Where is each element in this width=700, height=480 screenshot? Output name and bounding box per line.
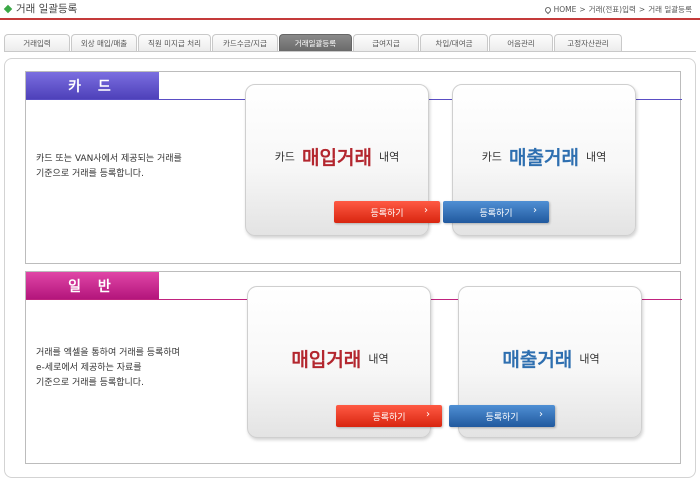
chevron-right-icon: › [533, 205, 537, 216]
card-sales-prefix: 카드 [481, 150, 502, 164]
green-diamond-icon [3, 4, 13, 13]
general-purchase-main: 매입거래 [291, 349, 362, 371]
tab-fixed-assets[interactable]: 고정자산관리 [554, 34, 622, 51]
chevron-right-icon: › [424, 205, 428, 216]
breadcrumb: HOME > 거래(전표)입력 > 거래 일괄등록 [543, 4, 692, 15]
location-pin-icon [543, 5, 552, 14]
card-sales-title: 카드 매출거래 내역 [453, 143, 635, 170]
general-desc-line: 거래를 엑셀을 통하여 거래를 등록하며 [36, 348, 180, 358]
chevron-right-icon: › [539, 409, 543, 420]
tab-bar: 거래입력 외상 매입/매출 직원 미지급 처리 카드수금/지급 거래일괄등록 급… [4, 34, 623, 51]
card-sales-register-button[interactable]: 등록하기 › [443, 201, 549, 223]
page-header: 거래 일괄등록 HOME > 거래(전표)입력 > 거래 일괄등록 [0, 0, 700, 20]
page-title: 거래 일괄등록 [3, 1, 78, 16]
general-purchase-box: 매입거래 내역 등록하기 › [247, 286, 442, 438]
general-purchase-register-button[interactable]: 등록하기 › [336, 405, 442, 427]
general-sales-suffix: 내역 [579, 352, 600, 366]
breadcrumb-home[interactable]: HOME [554, 5, 577, 14]
page: 거래 일괄등록 HOME > 거래(전표)입력 > 거래 일괄등록 거래입력 외… [0, 0, 700, 480]
breadcrumb-item-current: 거래 일괄등록 [648, 5, 692, 14]
card-purchase-register-label: 등록하기 [370, 208, 404, 219]
tab-employee-unpaid[interactable]: 직원 미지급 처리 [138, 34, 211, 51]
general-section-label: 일 반 [26, 272, 159, 300]
card-sales-box: 카드 매출거래 내역 등록하기 › [443, 84, 636, 236]
general-section: 일 반 거래를 엑셀을 통하여 거래를 등록하며 e-세로에서 제공하는 자료를… [25, 271, 682, 464]
general-sales-title: 매출거래 내역 [459, 345, 641, 372]
general-sales-register-button[interactable]: 등록하기 › [449, 405, 555, 427]
card-desc-line: 카드 또는 VAN사에서 제공되는 거래를 [36, 154, 182, 164]
breadcrumb-separator: > [579, 5, 586, 14]
tab-card-collection-payment[interactable]: 카드수금/지급 [212, 34, 278, 51]
card-purchase-prefix: 카드 [274, 150, 295, 164]
general-sales-register-label: 등록하기 [485, 412, 519, 423]
general-purchase-title: 매입거래 내역 [248, 345, 430, 372]
card-section-description: 카드 또는 VAN사에서 제공되는 거래를 기준으로 거래를 등록합니다. [36, 152, 182, 182]
card-sales-suffix: 내역 [586, 150, 607, 164]
card-section-label: 카 드 [26, 72, 159, 100]
card-purchase-suffix: 내역 [379, 150, 400, 164]
tab-salary-payment[interactable]: 급여지급 [353, 34, 419, 51]
general-purchase-register-label: 등록하기 [372, 412, 406, 423]
general-desc-line: e-세로에서 제공하는 자료를 [36, 363, 142, 373]
card-purchase-box: 카드 매입거래 내역 등록하기 › [245, 84, 440, 236]
general-purchase-suffix: 내역 [368, 352, 389, 366]
page-title-text: 거래 일괄등록 [16, 3, 78, 15]
card-sales-main: 매출거래 [509, 147, 579, 169]
general-desc-line: 기준으로 거래를 등록합니다. [36, 378, 144, 388]
general-sales-main: 매출거래 [502, 349, 573, 371]
tab-transaction-entry[interactable]: 거래입력 [4, 34, 70, 51]
tab-loans[interactable]: 차입/대여금 [420, 34, 488, 51]
general-section-description: 거래를 엑셀을 통하여 거래를 등록하며 e-세로에서 제공하는 자료를 기준으… [36, 346, 180, 391]
card-sales-register-label: 등록하기 [479, 208, 513, 219]
tab-bill-management[interactable]: 어음관리 [489, 34, 553, 51]
tabs-divider [4, 51, 696, 52]
chevron-right-icon: › [426, 409, 430, 420]
tab-bulk-registration[interactable]: 거래일괄등록 [279, 34, 352, 51]
card-purchase-title: 카드 매입거래 내역 [246, 143, 428, 170]
card-desc-line: 기준으로 거래를 등록합니다. [36, 169, 144, 179]
general-sales-box: 매출거래 내역 등록하기 › [449, 286, 642, 438]
breadcrumb-item-entry[interactable]: 거래(전표)입력 [589, 4, 636, 15]
card-purchase-register-button[interactable]: 등록하기 › [334, 201, 440, 223]
breadcrumb-separator: > [638, 5, 646, 14]
card-section: 카 드 카드 또는 VAN사에서 제공되는 거래를 기준으로 거래를 등록합니다… [25, 71, 682, 264]
tab-credit-purchase-sales[interactable]: 외상 매입/매출 [71, 34, 137, 51]
card-purchase-main: 매입거래 [302, 147, 372, 169]
main-panel: 카 드 카드 또는 VAN사에서 제공되는 거래를 기준으로 거래를 등록합니다… [4, 58, 696, 478]
